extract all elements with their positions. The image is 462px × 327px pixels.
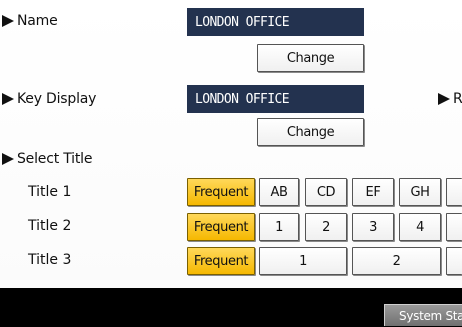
key-display-change-button[interactable]: Change	[257, 118, 364, 146]
title-2-label: Title 2	[28, 218, 72, 234]
triangle-bullet-icon	[438, 93, 450, 105]
triangle-bullet-icon	[2, 15, 14, 27]
title-1-option-cd[interactable]: CD	[305, 178, 347, 206]
title-1-frequent-button[interactable]: Frequent	[187, 178, 255, 206]
name-field: LONDON OFFICE	[187, 8, 364, 36]
title-1-option-ab[interactable]: AB	[259, 178, 299, 206]
title-3-label: Title 3	[28, 252, 72, 268]
title-3-option-1[interactable]: 1	[259, 247, 347, 275]
title-2-option-2[interactable]: 2	[305, 213, 347, 241]
title-3-option-2[interactable]: 2	[352, 247, 441, 275]
system-status-button[interactable]: System Statu	[384, 304, 462, 326]
title-2-frequent-button[interactable]: Frequent	[187, 213, 255, 241]
address-entry-panel: Name LONDON OFFICE Change Key Display LO…	[0, 0, 462, 288]
title-2-option-4[interactable]: 4	[399, 213, 441, 241]
title-2-option-next-partial[interactable]	[446, 213, 462, 241]
triangle-bullet-icon	[2, 153, 14, 165]
title-3-frequent-button[interactable]: Frequent	[187, 247, 255, 275]
name-label: Name	[2, 12, 58, 30]
title-1-option-ef[interactable]: EF	[352, 178, 394, 206]
select-title-label-text: Select Title	[17, 151, 93, 167]
title-2-option-3[interactable]: 3	[352, 213, 394, 241]
title-2-option-1[interactable]: 1	[259, 213, 299, 241]
name-label-text: Name	[17, 13, 58, 29]
title-3-option-next-partial[interactable]	[446, 247, 462, 275]
title-1-label: Title 1	[28, 184, 72, 200]
triangle-bullet-icon	[2, 93, 14, 105]
footer-bar: System Statu	[0, 288, 462, 327]
title-1-option-gh[interactable]: GH	[399, 178, 441, 206]
name-change-button[interactable]: Change	[257, 44, 364, 72]
registration-label-partial: R	[438, 90, 462, 108]
select-title-label: Select Title	[2, 150, 92, 168]
key-display-field: LONDON OFFICE	[187, 85, 364, 113]
key-display-label: Key Display	[2, 90, 96, 108]
title-1-option-next-partial[interactable]	[446, 178, 462, 206]
key-display-label-text: Key Display	[17, 91, 97, 107]
